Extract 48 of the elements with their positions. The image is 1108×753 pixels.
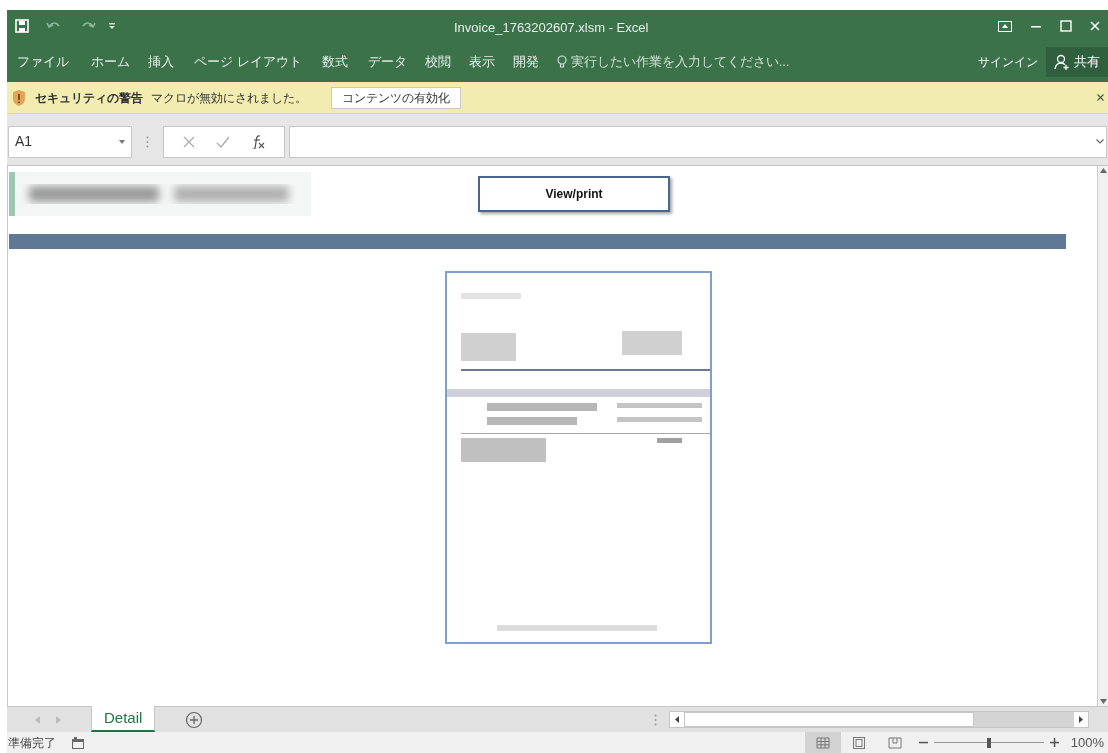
scroll-right-icon[interactable] [1074,712,1089,727]
ribbon-tab[interactable]: ホーム [91,52,130,72]
maximize-icon[interactable] [1060,20,1072,32]
close-icon[interactable] [1097,94,1104,101]
warning-shield-icon [13,89,25,106]
lightbulb-icon [556,55,567,69]
tell-me-field[interactable]: 実行したい作業を入力してください... [556,52,790,72]
ribbon-tab[interactable]: ファイル [17,52,69,72]
check-icon[interactable] [216,135,230,148]
warning-message: マクロが無効にされました。 [151,89,307,107]
ribbon-tab[interactable]: 数式 [321,52,348,72]
zoom-slider[interactable] [933,737,1044,748]
share-button[interactable]: 共有 [1046,47,1108,77]
dropdown-icon [119,139,125,144]
ribbon-tab[interactable]: 挿入 [148,52,174,72]
warning-title: セキュリティの警告 [35,89,143,107]
formula-input-field[interactable] [289,125,1107,158]
slider-thumb[interactable] [986,737,991,748]
customize-icon[interactable] [109,23,115,29]
vertical-scrollbar[interactable] [1097,166,1108,706]
ribbon-tab[interactable]: 開発 [512,52,539,72]
ribbon-tab[interactable]: ページ レイアウト [194,52,302,72]
ribbon-tab[interactable]: データ [367,52,407,72]
grip-icon [146,135,149,148]
scroll-left-icon[interactable] [670,712,685,727]
normal-view-icon[interactable] [804,732,841,753]
macro-record-icon[interactable] [72,736,84,749]
zoom-level[interactable]: 100% [1070,732,1104,753]
expand-icon[interactable] [1096,139,1104,144]
enable-content-button[interactable]: コンテンツの有効化 [331,86,461,109]
zoom-in-icon[interactable] [1049,738,1059,747]
save-icon[interactable] [15,19,29,33]
scroll-thumb[interactable] [684,712,975,727]
view-print-button[interactable]: View/print [478,176,670,212]
ribbon-tab[interactable]: 表示 [468,52,495,72]
scroll-down-icon[interactable] [1099,699,1107,704]
window-title: Invoice_1763202607.xlsm - Excel [454,19,649,37]
sheet-tab[interactable]: Detail [91,706,156,732]
name-box[interactable]: A1 [8,125,132,158]
sign-in-link[interactable]: サインイン [978,53,1038,71]
add-sheet-icon[interactable] [185,710,204,729]
ribbon-tab[interactable]: 校閲 [424,52,451,72]
scroll-up-icon[interactable] [1099,168,1107,173]
person-add-icon [1054,54,1070,70]
ribbon-display-icon[interactable] [998,20,1012,32]
function-icon[interactable] [251,134,266,149]
status-text: 準備完了 [8,734,56,752]
horizontal-scrollbar[interactable] [669,711,1090,728]
